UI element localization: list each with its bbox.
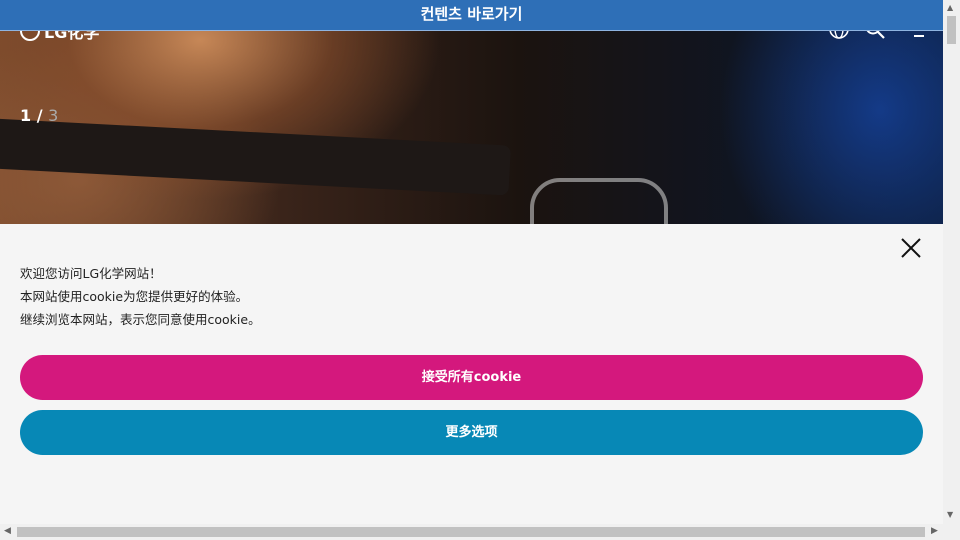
horizontal-scroll-thumb[interactable] — [17, 527, 925, 537]
cookie-message: 欢迎您访问LG化学网站！ 本网站使用cookie为您提供更好的体验。 继续浏览本… — [20, 262, 261, 331]
skip-to-content-link[interactable]: 컨텐츠 바로가기 — [0, 0, 943, 31]
more-options-button[interactable]: 更多选项 — [20, 410, 923, 455]
scroll-up-arrow-icon[interactable]: ▲ — [947, 3, 953, 12]
hero-image-detail — [530, 178, 668, 224]
slide-separator: / — [31, 106, 49, 125]
close-icon[interactable] — [899, 236, 923, 260]
scroll-right-arrow-icon[interactable]: ▶ — [931, 526, 938, 536]
slide-total: 3 — [48, 106, 59, 125]
vertical-scroll-thumb[interactable] — [947, 16, 956, 44]
scroll-down-arrow-icon[interactable]: ▼ — [947, 510, 953, 519]
slide-current: 1 — [20, 106, 32, 125]
cookie-message-line: 继续浏览本网站，表示您同意使用cookie。 — [20, 312, 261, 327]
scrollbar-corner — [943, 524, 960, 540]
slide-counter: 1 / 3 — [20, 106, 58, 125]
vertical-scrollbar[interactable]: ▲ ▼ — [943, 0, 960, 524]
horizontal-scrollbar[interactable]: ◀ ▶ — [0, 524, 943, 540]
hero-image-detail — [0, 118, 511, 196]
hero-banner — [0, 0, 943, 224]
scroll-left-arrow-icon[interactable]: ◀ — [4, 526, 11, 536]
cookie-message-line: 本网站使用cookie为您提供更好的体验。 — [20, 289, 249, 304]
accept-all-cookies-button[interactable]: 接受所有cookie — [20, 355, 923, 400]
cookie-message-line: 欢迎您访问LG化学网站！ — [20, 266, 162, 281]
